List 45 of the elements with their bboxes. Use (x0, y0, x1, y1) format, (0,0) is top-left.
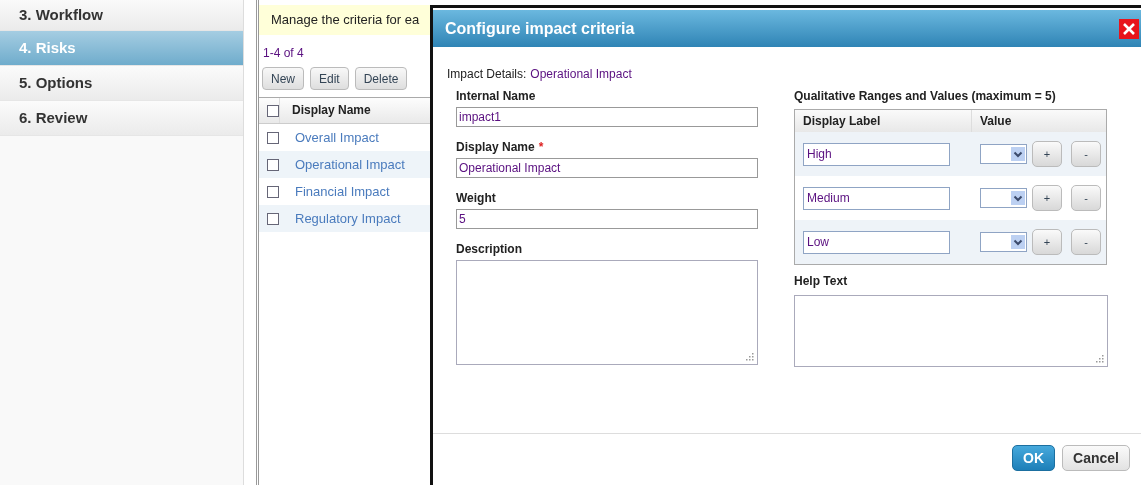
add-button[interactable]: + (1032, 185, 1062, 211)
checkbox[interactable] (267, 185, 279, 198)
caret-icon[interactable] (1011, 147, 1025, 161)
toolbar-button[interactable]: Edit (310, 67, 349, 90)
toolbar-button[interactable]: New (262, 67, 304, 90)
toolbar-button[interactable]: Delete (354, 67, 408, 90)
field-label: Internal Name (456, 89, 536, 103)
remove-button[interactable]: - (1071, 185, 1101, 211)
column-header: Value (979, 114, 1012, 128)
resize-grip-icon[interactable] (1096, 355, 1104, 363)
text-field[interactable]: Operational Impact (456, 158, 758, 178)
resize-grip-icon[interactable] (746, 353, 754, 361)
label-field[interactable]: Low (803, 230, 950, 254)
criteria-link[interactable]: Overall Impact (279, 130, 379, 145)
label-field[interactable]: Medium (803, 186, 950, 210)
add-button[interactable]: + (1032, 229, 1062, 255)
value-dropdown[interactable] (980, 144, 1027, 164)
checkbox[interactable] (267, 158, 279, 171)
record-count: 1-4 of 4 (262, 45, 305, 62)
remove-button[interactable]: - (1071, 229, 1101, 255)
field-label: Display Name (456, 140, 535, 154)
text-field[interactable]: impact1 (456, 107, 758, 127)
field-label: Weight (456, 191, 496, 205)
text-field[interactable]: 5 (456, 209, 758, 229)
dialog-title: Configure impact criteria (445, 19, 635, 38)
close-icon[interactable] (1119, 18, 1139, 39)
checkbox[interactable] (267, 212, 279, 225)
required-mark: * (538, 140, 544, 154)
checkbox[interactable] (267, 131, 279, 144)
field-label: Description (456, 242, 522, 256)
field-label: Help Text (794, 274, 849, 288)
cancel-button[interactable]: Cancel (1062, 445, 1130, 471)
caret-icon[interactable] (1011, 191, 1025, 205)
caret-icon[interactable] (1011, 235, 1025, 249)
column-header: Display Name (279, 98, 371, 123)
remove-button[interactable]: - (1071, 141, 1101, 167)
add-button[interactable]: + (1032, 141, 1062, 167)
checkbox[interactable] (267, 104, 279, 117)
value-dropdown[interactable] (980, 188, 1027, 208)
criteria-link[interactable]: Financial Impact (279, 184, 390, 199)
details-label: Impact Details: (447, 67, 527, 81)
value-dropdown[interactable] (980, 232, 1027, 252)
details-value: Operational Impact (530, 67, 632, 81)
label-field[interactable]: High (803, 142, 950, 166)
section-title: Qualitative Ranges and Values (maximum = 5) (794, 89, 1057, 103)
